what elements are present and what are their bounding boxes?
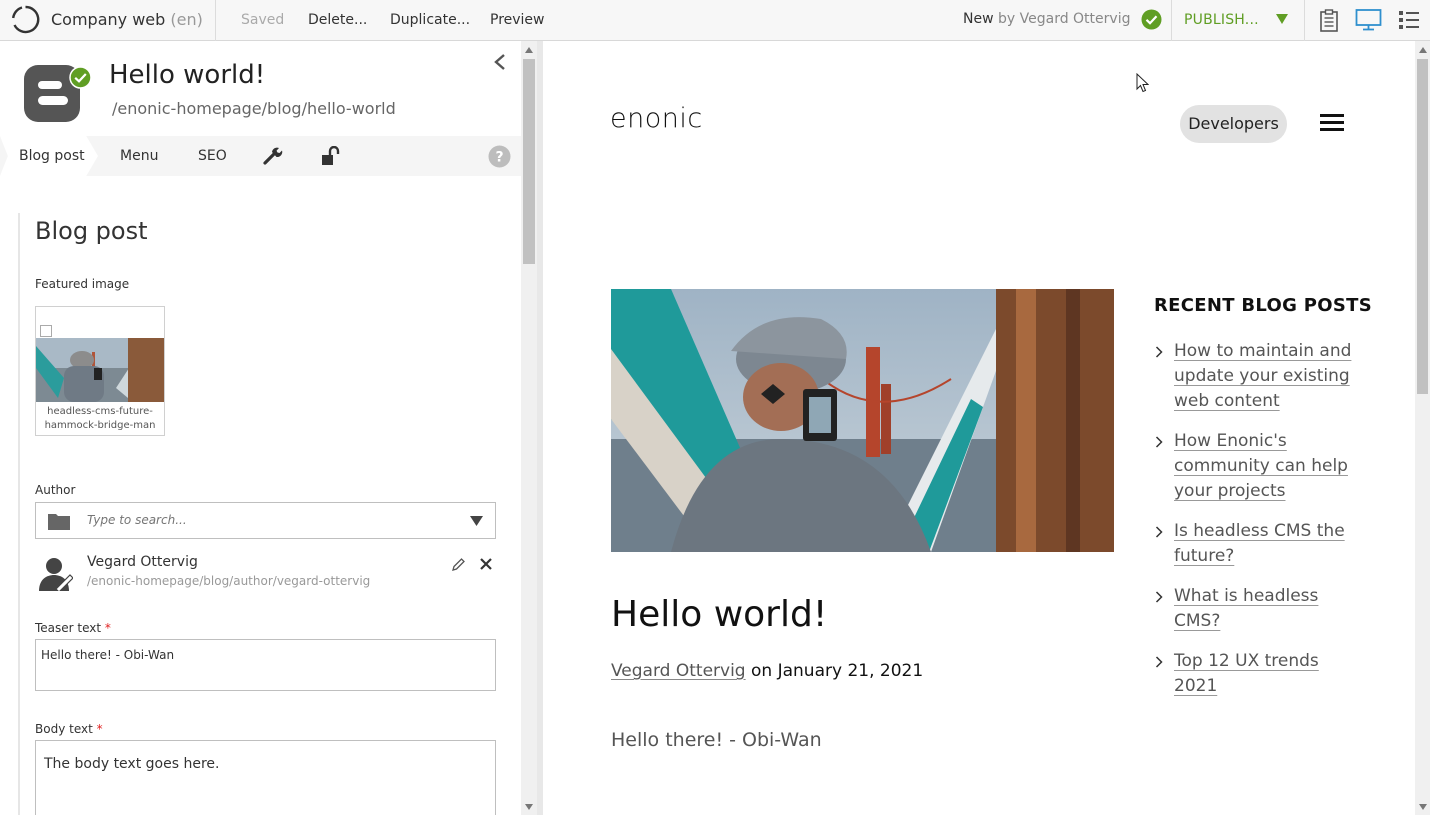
body-label-text: Body text <box>35 722 93 736</box>
author-selector[interactable] <box>35 502 496 539</box>
content-path[interactable]: /enonic-homepage/blog/hello-world <box>112 99 396 118</box>
preview-scrollbar-thumb[interactable] <box>1417 59 1428 394</box>
publish-button[interactable]: PUBLISH... <box>1184 12 1259 28</box>
remove-icon[interactable] <box>479 557 493 571</box>
mouse-cursor-icon <box>1136 73 1149 93</box>
project-title: Company web (en) <box>51 10 203 29</box>
duplicate-button[interactable]: Duplicate... <box>390 12 470 28</box>
author-name[interactable]: Vegard Ottervig <box>87 554 198 570</box>
chevron-right-icon <box>1155 526 1163 538</box>
tab-blog-post[interactable]: Blog post <box>19 148 85 164</box>
saved-button[interactable]: Saved <box>241 12 284 28</box>
post-author-link[interactable]: Vegard Ottervig <box>611 661 746 681</box>
post-title: Hello world! <box>611 594 828 635</box>
scroll-up-icon[interactable] <box>525 47 533 53</box>
desktop-preview-icon[interactable] <box>1355 8 1382 32</box>
folder-icon[interactable] <box>48 512 70 530</box>
status-author: by Vegard Ottervig <box>998 11 1131 27</box>
blog-post-form: Blog post Featured image headless-cms-fu… <box>18 213 521 815</box>
person-icon <box>39 558 73 591</box>
clipboard-icon[interactable] <box>1317 8 1341 32</box>
tab-menu[interactable]: Menu <box>120 148 158 164</box>
form-scrollbar[interactable] <box>521 41 537 815</box>
recent-post-link[interactable]: How to maintain and update your existing… <box>1174 341 1351 411</box>
teaser-label-text: Teaser text <box>35 621 102 635</box>
author-label: Author <box>35 483 76 497</box>
recent-post-item[interactable]: Top 12 UX trends 2021 <box>1154 649 1354 699</box>
hammock-bridge-photo-icon <box>611 289 1114 552</box>
toolbar-divider <box>1171 0 1172 41</box>
post-meta: Vegard Ottervig on January 21, 2021 <box>611 661 923 681</box>
recent-post-link[interactable]: Is headless CMS the future? <box>1174 521 1345 566</box>
chevron-right-icon <box>1155 436 1163 448</box>
form-tab-bar: Blog post Menu SEO ? <box>0 136 521 176</box>
preview-button[interactable]: Preview <box>490 12 545 28</box>
tab-seo[interactable]: SEO <box>198 148 227 164</box>
content-form-panel: Hello world! /enonic-homepage/blog/hello… <box>0 41 521 815</box>
publish-menu-caret-icon[interactable] <box>1276 14 1288 24</box>
form-scrollbar-thumb[interactable] <box>523 59 535 264</box>
scroll-up-icon[interactable] <box>1419 47 1427 53</box>
toolbar-divider <box>1304 0 1305 41</box>
body-text-editor[interactable]: The body text goes here. <box>35 740 496 815</box>
collapse-panel-icon[interactable] <box>493 54 507 70</box>
teaser-text-input[interactable]: Hello there! - Obi-Wan <box>35 639 496 691</box>
recent-post-item[interactable]: How to maintain and update your existing… <box>1154 339 1354 414</box>
edit-pencil-icon[interactable] <box>451 557 466 572</box>
author-path: /enonic-homepage/blog/author/vegard-otte… <box>87 574 371 588</box>
project-language: (en) <box>170 10 203 29</box>
valid-check-icon <box>69 66 92 89</box>
recent-posts-list: How to maintain and update your existing… <box>1154 339 1354 714</box>
scroll-down-icon[interactable] <box>1419 804 1427 810</box>
recent-post-item[interactable]: Is headless CMS the future? <box>1154 519 1354 569</box>
featured-image-thumbnail[interactable]: headless-cms-future-hammock-bridge-man <box>35 306 165 436</box>
site-logo[interactable]: enonic <box>610 103 703 134</box>
recent-post-link[interactable]: Top 12 UX trends 2021 <box>1174 651 1319 696</box>
required-mark: * <box>104 621 111 635</box>
unlock-icon[interactable] <box>320 146 340 166</box>
featured-image-checkbox[interactable] <box>40 325 52 337</box>
featured-image-caption: headless-cms-future-hammock-bridge-man <box>44 406 156 431</box>
chevron-right-icon <box>1155 346 1163 358</box>
app-logo-icon[interactable] <box>11 5 40 34</box>
recent-post-item[interactable]: What is headless CMS? <box>1154 584 1354 634</box>
chevron-right-icon <box>1155 591 1163 603</box>
post-date: on January 21, 2021 <box>751 661 924 681</box>
recent-post-item[interactable]: How Enonic's community can help your pro… <box>1154 429 1354 504</box>
required-mark: * <box>96 722 103 736</box>
help-icon[interactable]: ? <box>488 145 511 168</box>
toolbar-divider <box>215 0 216 41</box>
recent-post-link[interactable]: What is headless CMS? <box>1174 586 1318 631</box>
project-name: Company web <box>51 10 166 29</box>
preview-scrollbar[interactable] <box>1415 41 1430 815</box>
teaser-text-label: Teaser text * <box>35 621 111 635</box>
valid-check-icon <box>1141 9 1162 30</box>
featured-image-preview <box>36 338 164 402</box>
form-section-title: Blog post <box>35 217 148 245</box>
chevron-right-icon <box>1155 656 1163 668</box>
status-label: New <box>963 11 994 27</box>
component-list-icon[interactable] <box>1397 8 1421 32</box>
hammock-photo-thumbnail-icon <box>36 338 164 402</box>
chevron-down-icon[interactable] <box>470 516 483 526</box>
selected-author: Vegard Ottervig /enonic-homepage/blog/au… <box>35 549 496 597</box>
hamburger-menu-icon[interactable] <box>1320 114 1344 132</box>
body-text-label: Body text * <box>35 722 103 736</box>
svg-text:?: ? <box>495 150 503 166</box>
content-display-name[interactable]: Hello world! <box>109 60 265 90</box>
author-search-input[interactable] <box>87 513 447 527</box>
top-toolbar: Company web (en) Saved Delete... Duplica… <box>0 0 1430 41</box>
delete-button[interactable]: Delete... <box>308 12 367 28</box>
content-status: New by Vegard Ottervig <box>963 11 1130 27</box>
featured-image <box>611 289 1114 552</box>
wrench-icon[interactable] <box>263 146 283 166</box>
post-teaser: Hello there! - Obi-Wan <box>611 729 822 751</box>
featured-image-label: Featured image <box>35 277 130 291</box>
developers-button[interactable]: Developers <box>1180 105 1287 143</box>
scroll-down-icon[interactable] <box>525 804 533 810</box>
recent-post-link[interactable]: How Enonic's community can help your pro… <box>1174 431 1348 501</box>
recent-posts-heading: RECENT BLOG POSTS <box>1154 295 1372 316</box>
page-preview: enonic Developers Hello world! Vegard Ot… <box>543 41 1415 815</box>
